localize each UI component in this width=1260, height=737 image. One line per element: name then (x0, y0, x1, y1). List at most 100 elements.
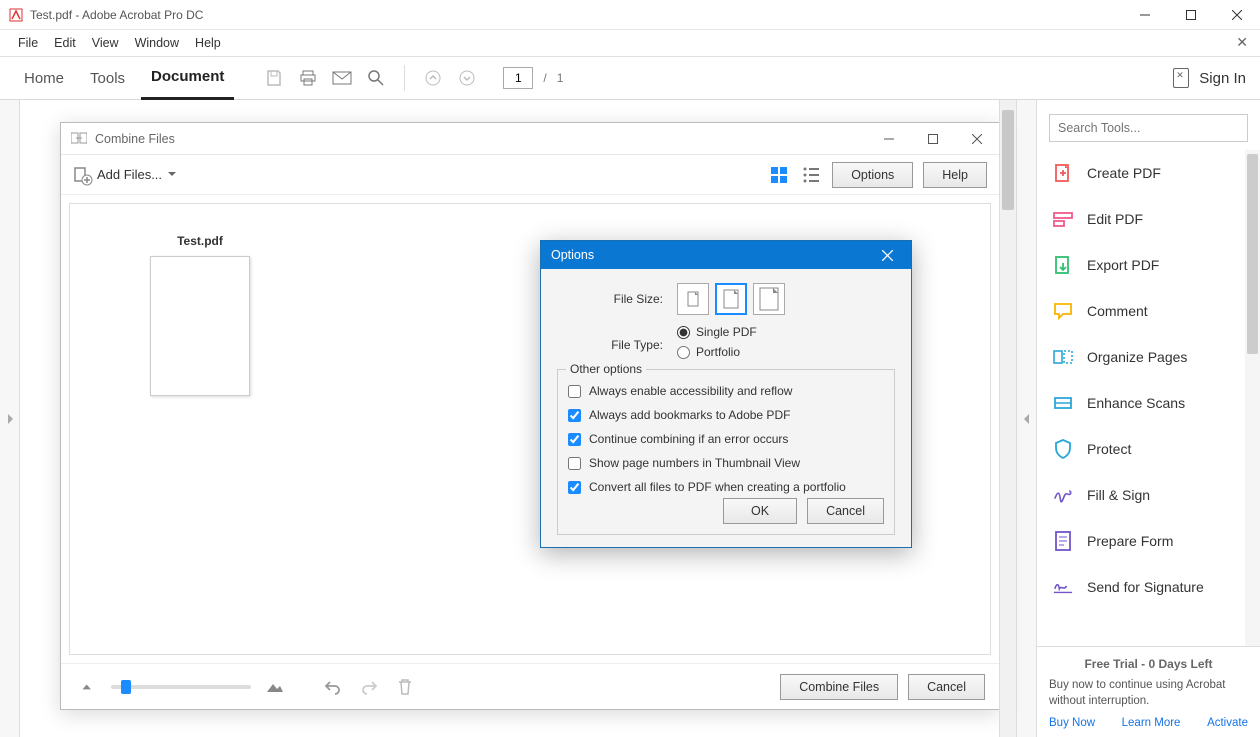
search-icon[interactable] (362, 64, 390, 92)
chk-convert-input[interactable] (568, 481, 581, 494)
chk-pagenums-input[interactable] (568, 457, 581, 470)
chk-continue-input[interactable] (568, 433, 581, 446)
save-icon[interactable] (260, 64, 288, 92)
other-options-legend: Other options (566, 362, 646, 376)
zoom-slider-handle[interactable] (121, 680, 131, 694)
page-total: 1 (557, 71, 564, 85)
tool-item-organize[interactable]: Organize Pages (1037, 334, 1260, 380)
page-up-icon[interactable] (419, 64, 447, 92)
print-icon[interactable] (294, 64, 322, 92)
combine-maximize-button[interactable] (911, 123, 955, 155)
file-size-label: File Size: (557, 292, 677, 306)
email-icon[interactable] (328, 64, 356, 92)
delete-icon[interactable] (393, 675, 417, 699)
options-ok-button[interactable]: OK (723, 498, 797, 524)
tool-label: Export PDF (1087, 257, 1159, 273)
chk-bookmarks-input[interactable] (568, 409, 581, 422)
menubar: File Edit View Window Help ✕ (0, 30, 1260, 56)
export-icon (1053, 255, 1073, 275)
menu-help[interactable]: Help (187, 30, 229, 56)
chk-pagenums[interactable]: Show page numbers in Thumbnail View (568, 456, 884, 470)
tool-item-create[interactable]: Create PDF (1037, 150, 1260, 196)
chk-continue[interactable]: Continue combining if an error occurs (568, 432, 884, 446)
tool-label: Comment (1087, 303, 1148, 319)
options-dialog-close-button[interactable] (873, 241, 901, 269)
menu-file[interactable]: File (10, 30, 46, 56)
tools-scrollbar[interactable] (1245, 150, 1260, 646)
chk-accessibility[interactable]: Always enable accessibility and reflow (568, 384, 884, 398)
options-cancel-button[interactable]: Cancel (807, 498, 884, 524)
file-name-label: Test.pdf (140, 234, 260, 248)
trial-activate-link[interactable]: Activate (1207, 717, 1248, 729)
search-tools-input[interactable] (1049, 114, 1248, 142)
radio-single-pdf[interactable]: Single PDF (677, 325, 757, 339)
file-size-medium-button[interactable] (715, 283, 747, 315)
window-close-button[interactable] (1214, 0, 1260, 30)
tool-item-sign[interactable]: Fill & Sign (1037, 472, 1260, 518)
trial-buy-link[interactable]: Buy Now (1049, 717, 1095, 729)
acrobat-app-icon (8, 7, 24, 23)
list-view-button[interactable] (800, 164, 822, 186)
tool-item-edit[interactable]: Edit PDF (1037, 196, 1260, 242)
zoom-in-icon[interactable] (263, 675, 287, 699)
combine-files-icon (71, 131, 87, 147)
tool-label: Prepare Form (1087, 533, 1173, 549)
chk-convert[interactable]: Convert all files to PDF when creating a… (568, 480, 884, 494)
page-number-input[interactable] (503, 67, 533, 89)
menu-view[interactable]: View (84, 30, 127, 56)
file-thumbnail[interactable]: Test.pdf (140, 234, 260, 396)
left-nav-strip[interactable] (0, 100, 20, 737)
tab-tools[interactable]: Tools (80, 56, 135, 100)
document-close-button[interactable]: ✕ (1230, 32, 1254, 53)
page-down-icon[interactable] (453, 64, 481, 92)
file-size-small-button[interactable] (677, 283, 709, 315)
comment-icon (1053, 301, 1073, 321)
window-maximize-button[interactable] (1168, 0, 1214, 30)
combine-close-button[interactable] (955, 123, 999, 155)
combine-options-button[interactable]: Options (832, 162, 913, 188)
add-files-icon (73, 166, 91, 184)
file-size-large-button[interactable] (753, 283, 785, 315)
tool-item-export[interactable]: Export PDF (1037, 242, 1260, 288)
tool-label: Create PDF (1087, 165, 1161, 181)
menu-edit[interactable]: Edit (46, 30, 84, 56)
trial-learn-link[interactable]: Learn More (1122, 717, 1181, 729)
radio-portfolio-input[interactable] (677, 346, 690, 359)
create-icon (1053, 163, 1073, 183)
options-dialog: Options File Size: File Type: Single PDF (540, 240, 912, 548)
chk-bookmarks[interactable]: Always add bookmarks to Adobe PDF (568, 408, 884, 422)
add-files-button[interactable]: Add Files... (73, 166, 176, 184)
tool-item-protect[interactable]: Protect (1037, 426, 1260, 472)
zoom-slider[interactable] (111, 685, 251, 689)
chevron-down-icon (168, 172, 176, 177)
tool-label: Organize Pages (1087, 349, 1187, 365)
add-files-label: Add Files... (97, 167, 162, 182)
tool-item-enhance[interactable]: Enhance Scans (1037, 380, 1260, 426)
window-minimize-button[interactable] (1122, 0, 1168, 30)
chk-accessibility-input[interactable] (568, 385, 581, 398)
tool-item-form[interactable]: Prepare Form (1037, 518, 1260, 564)
radio-single-pdf-input[interactable] (677, 326, 690, 339)
tools-panel: Create PDF Edit PDF Export PDF Comment Organ… (1036, 100, 1260, 737)
page-separator: / (539, 71, 550, 85)
combine-cancel-button[interactable]: Cancel (908, 674, 985, 700)
combine-files-button[interactable]: Combine Files (780, 674, 898, 700)
combine-help-button[interactable]: Help (923, 162, 987, 188)
radio-portfolio[interactable]: Portfolio (677, 345, 757, 359)
tool-item-sendsign[interactable]: Send for Signature (1037, 564, 1260, 610)
sign-in-link[interactable]: Sign In (1199, 70, 1246, 87)
mobile-link-icon[interactable] (1173, 68, 1189, 88)
thumbnail-view-button[interactable] (768, 164, 790, 186)
undo-icon[interactable] (321, 675, 345, 699)
redo-icon[interactable] (357, 675, 381, 699)
tab-document[interactable]: Document (141, 56, 234, 100)
combine-footer: Combine Files Cancel (61, 663, 999, 709)
tab-home[interactable]: Home (14, 56, 74, 100)
right-nav-strip[interactable] (1016, 100, 1036, 737)
trial-title: Free Trial - 0 Days Left (1049, 657, 1248, 671)
tool-item-comment[interactable]: Comment (1037, 288, 1260, 334)
zoom-out-icon[interactable] (75, 675, 99, 699)
menu-window[interactable]: Window (127, 30, 187, 56)
document-scrollbar[interactable] (999, 100, 1016, 737)
combine-minimize-button[interactable] (867, 123, 911, 155)
